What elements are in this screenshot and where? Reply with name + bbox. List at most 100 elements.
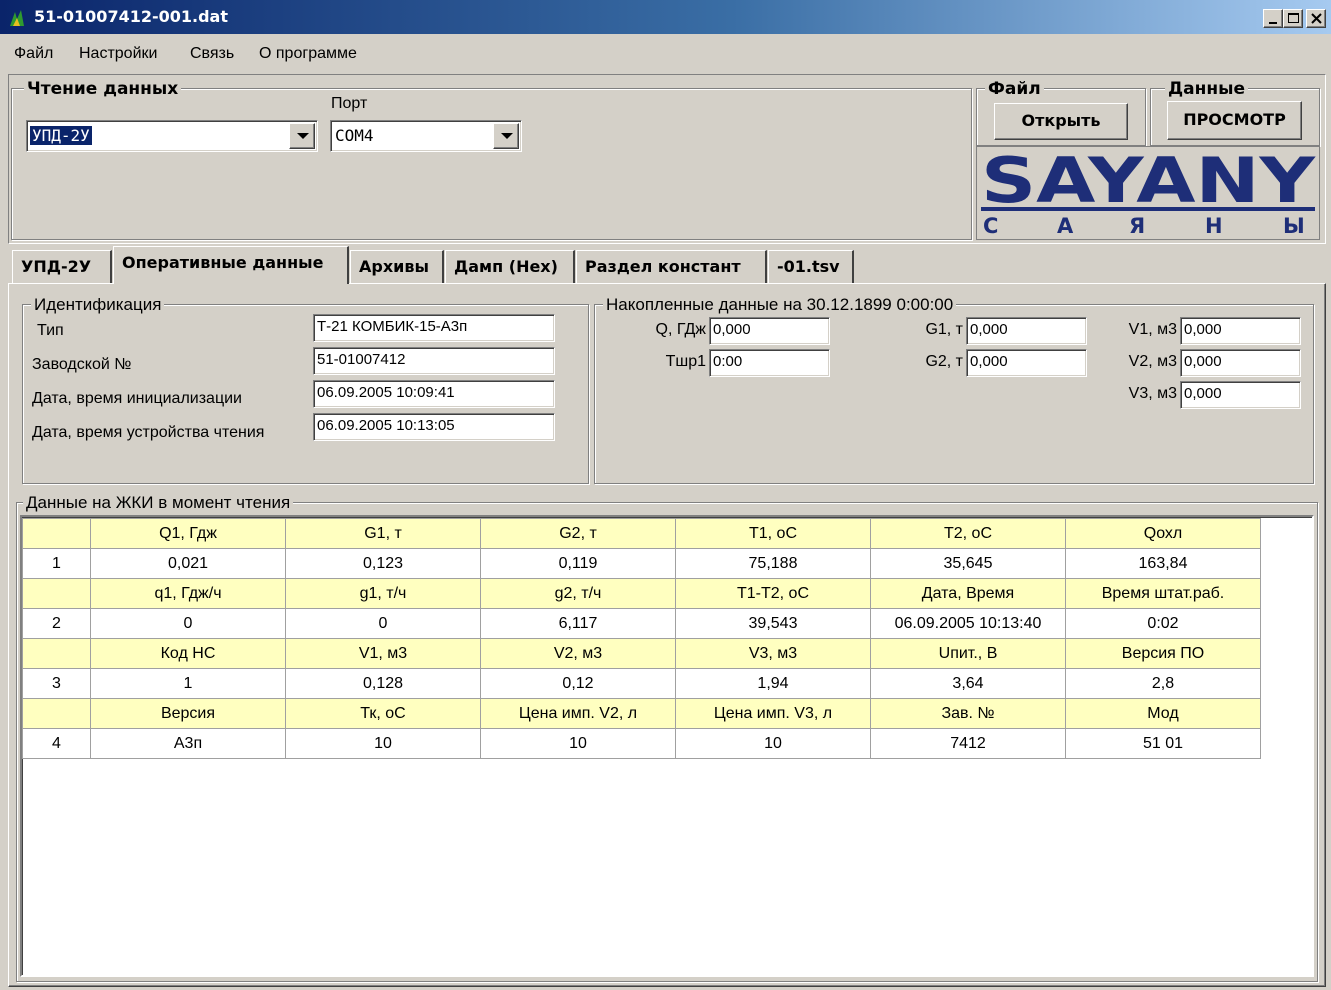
value-cell[interactable]: 0,123 xyxy=(285,548,481,579)
value-cell[interactable]: 39,543 xyxy=(675,608,871,639)
header-cell[interactable]: Цена имп. V3, л xyxy=(675,698,871,729)
g2-field[interactable]: 0,000 xyxy=(966,349,1087,377)
header-cell[interactable]: Зав. № xyxy=(870,698,1066,729)
type-field[interactable]: Т-21 КОМБИК-15-А3п xyxy=(313,314,555,342)
value-cell[interactable]: 1 xyxy=(90,668,286,699)
close-button[interactable] xyxy=(1306,9,1326,28)
minimize-button[interactable] xyxy=(1263,9,1283,28)
table-row: 4 А3п 10 10 10 7412 51 01 xyxy=(22,728,1261,759)
header-cell[interactable]: g1, т/ч xyxy=(285,578,481,609)
logo-letter-1: С xyxy=(983,214,998,238)
value-cell[interactable]: 0,021 xyxy=(90,548,286,579)
value-cell[interactable]: 7412 xyxy=(870,728,1066,759)
open-button[interactable]: Открыть xyxy=(994,103,1128,140)
v3-field[interactable]: 0,000 xyxy=(1180,381,1301,409)
value-cell[interactable]: 0,119 xyxy=(480,548,676,579)
v1-field[interactable]: 0,000 xyxy=(1180,317,1301,345)
header-cell[interactable]: Uпит., В xyxy=(870,638,1066,669)
row-number-cell[interactable]: 4 xyxy=(22,728,91,759)
header-cell[interactable]: G1, т xyxy=(285,518,481,549)
row-number-cell[interactable]: 3 xyxy=(22,668,91,699)
serial-field[interactable]: 51-01007412 xyxy=(313,347,555,375)
header-cell[interactable]: T1-T2, оС xyxy=(675,578,871,609)
sayany-logo: SAYANY С А Я Н Ы xyxy=(976,144,1320,240)
tab-constants[interactable]: Раздел констант xyxy=(576,250,767,283)
row-number-cell[interactable] xyxy=(22,698,91,729)
value-cell[interactable]: 0 xyxy=(90,608,286,639)
value-cell[interactable]: 0 xyxy=(285,608,481,639)
header-cell[interactable]: V1, м3 xyxy=(285,638,481,669)
menu-settings[interactable]: Настройки xyxy=(79,45,157,63)
value-cell[interactable]: 2,8 xyxy=(1065,668,1261,699)
row-number-cell[interactable] xyxy=(22,578,91,609)
value-cell[interactable]: 0,128 xyxy=(285,668,481,699)
view-button[interactable]: ПРОСМОТР xyxy=(1167,101,1302,140)
value-cell[interactable]: 10 xyxy=(285,728,481,759)
menu-connection[interactable]: Связь xyxy=(190,45,234,63)
read-datetime-field[interactable]: 06.09.2005 10:13:05 xyxy=(313,413,555,441)
header-cell[interactable]: Тк, оС xyxy=(285,698,481,729)
header-cell[interactable]: Версия ПО xyxy=(1065,638,1261,669)
window-title: 51-01007412-001.dat xyxy=(34,7,228,26)
device-dropdown-button[interactable] xyxy=(289,123,315,149)
row-number-cell[interactable] xyxy=(22,638,91,669)
value-cell[interactable]: 0:02 xyxy=(1065,608,1261,639)
value-cell[interactable]: 10 xyxy=(675,728,871,759)
tab-tsv[interactable]: -01.tsv xyxy=(768,250,854,283)
logo-letter-5: Ы xyxy=(1283,214,1305,238)
header-cell[interactable]: G2, т xyxy=(480,518,676,549)
tab-operational-data[interactable]: Оперативные данные xyxy=(113,246,349,284)
row-number-cell[interactable]: 1 xyxy=(22,548,91,579)
value-cell[interactable]: 0,12 xyxy=(480,668,676,699)
g1-field[interactable]: 0,000 xyxy=(966,317,1087,345)
menu-about[interactable]: О программе xyxy=(259,45,357,63)
value-cell[interactable]: 163,84 xyxy=(1065,548,1261,579)
value-cell[interactable]: 51 01 xyxy=(1065,728,1261,759)
port-select[interactable]: COM4 xyxy=(330,120,522,152)
value-cell[interactable]: 75,188 xyxy=(675,548,871,579)
header-cell[interactable]: Q1, Гдж xyxy=(90,518,286,549)
value-cell[interactable]: 35,645 xyxy=(870,548,1066,579)
tshr-field[interactable]: 0:00 xyxy=(709,349,830,377)
header-cell[interactable]: T2, оС xyxy=(870,518,1066,549)
header-cell[interactable]: T1, оС xyxy=(675,518,871,549)
chevron-down-icon xyxy=(297,133,309,139)
type-label: Тип xyxy=(37,322,64,339)
port-dropdown-button[interactable] xyxy=(493,123,519,149)
header-cell[interactable]: Версия xyxy=(90,698,286,729)
maximize-button[interactable] xyxy=(1283,9,1303,28)
row-number-cell[interactable]: 2 xyxy=(22,608,91,639)
tab-dump-hex[interactable]: Дамп (Hex) xyxy=(445,250,575,283)
header-cell[interactable]: Код НС xyxy=(90,638,286,669)
init-datetime-label: Дата, время инициализации xyxy=(32,390,242,407)
header-cell[interactable]: Цена имп. V2, л xyxy=(480,698,676,729)
header-cell[interactable]: V3, м3 xyxy=(675,638,871,669)
logo-graphic: SAYANY С А Я Н Ы xyxy=(981,144,1316,238)
header-cell[interactable]: Время штат.раб. xyxy=(1065,578,1261,609)
header-cell[interactable]: g2, т/ч xyxy=(480,578,676,609)
header-cell[interactable]: q1, Гдж/ч xyxy=(90,578,286,609)
init-datetime-field[interactable]: 06.09.2005 10:09:41 xyxy=(313,380,555,408)
tshr-label: Тшр1 xyxy=(665,353,706,370)
row-number-cell[interactable] xyxy=(22,518,91,549)
value-cell[interactable]: 06.09.2005 10:13:40 xyxy=(870,608,1066,639)
title-bar[interactable]: 51-01007412-001.dat xyxy=(0,0,1331,34)
tab-archives[interactable]: Архивы xyxy=(350,250,444,283)
header-cell[interactable]: Мод xyxy=(1065,698,1261,729)
device-value: УПД-2У xyxy=(30,126,92,145)
value-cell[interactable]: 6,117 xyxy=(480,608,676,639)
value-cell[interactable]: 10 xyxy=(480,728,676,759)
v2-field[interactable]: 0,000 xyxy=(1180,349,1301,377)
table-row: 3 1 0,128 0,12 1,94 3,64 2,8 xyxy=(22,668,1261,699)
value-cell[interactable]: А3п xyxy=(90,728,286,759)
header-cell[interactable]: Qохл xyxy=(1065,518,1261,549)
header-cell[interactable]: Дата, Время xyxy=(870,578,1066,609)
device-select[interactable]: УПД-2У xyxy=(26,120,318,152)
value-cell[interactable]: 3,64 xyxy=(870,668,1066,699)
value-cell[interactable]: 1,94 xyxy=(675,668,871,699)
table-header-row: q1, Гдж/ч g1, т/ч g2, т/ч T1-T2, оС Дата, Вр… xyxy=(22,578,1261,609)
menu-file[interactable]: Файл xyxy=(14,45,53,63)
header-cell[interactable]: V2, м3 xyxy=(480,638,676,669)
q-field[interactable]: 0,000 xyxy=(709,317,830,345)
tab-upd[interactable]: УПД-2У xyxy=(12,250,112,283)
